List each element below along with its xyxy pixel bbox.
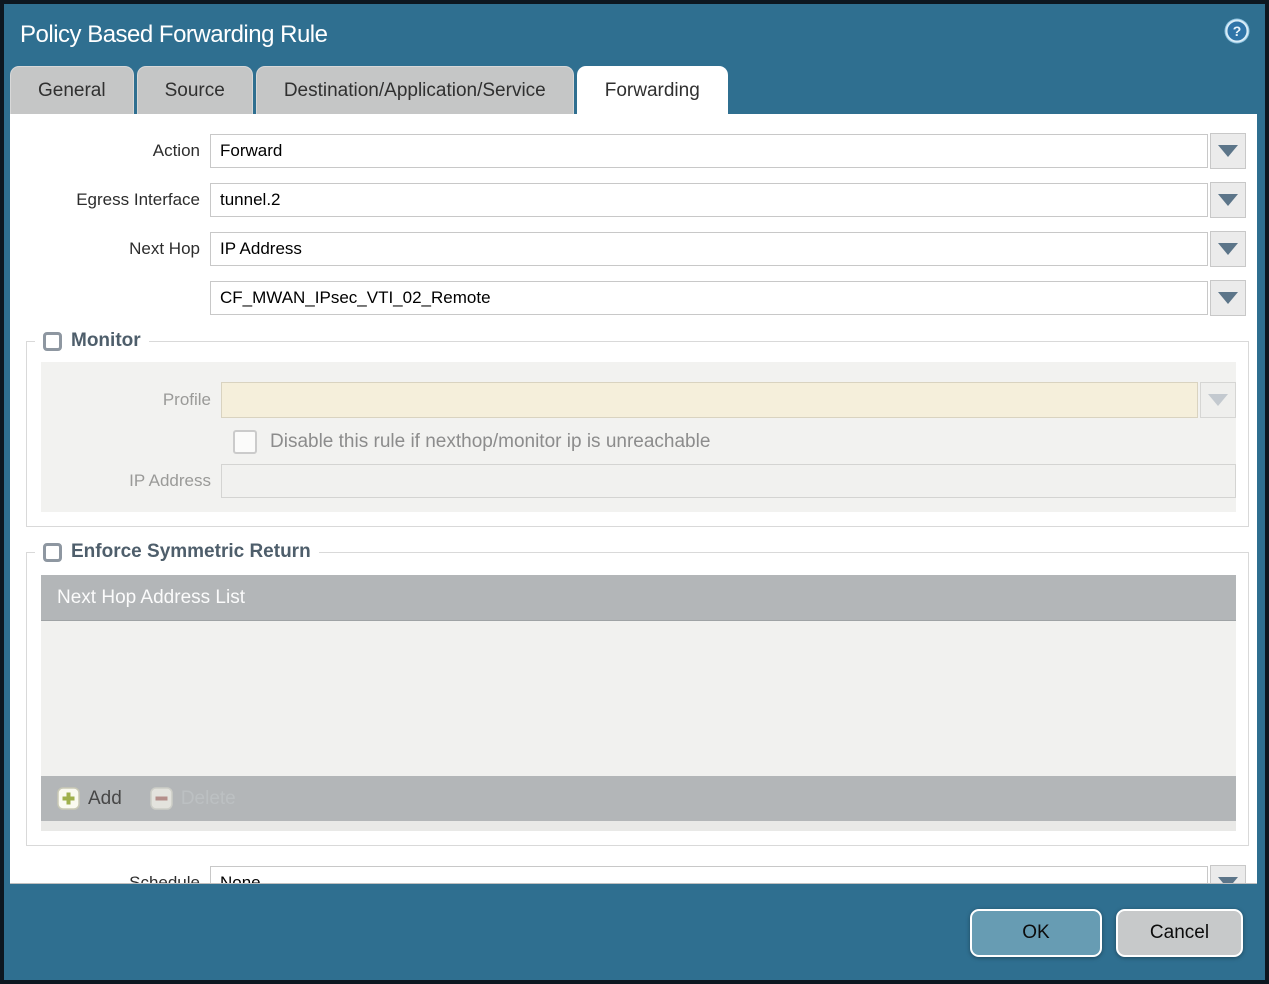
chevron-down-icon (1218, 145, 1238, 157)
tab-bar: General Source Destination/Application/S… (10, 66, 1265, 114)
chevron-down-icon (1208, 394, 1228, 406)
schedule-input[interactable] (210, 866, 1208, 883)
tab-source[interactable]: Source (136, 66, 253, 114)
tab-destination-application-service[interactable]: Destination/Application/Service (255, 66, 574, 114)
profile-dropdown-button (1200, 382, 1236, 418)
monitor-section-title: Monitor (71, 330, 141, 351)
svg-text:?: ? (1233, 23, 1242, 39)
next-hop-dropdown-button[interactable] (1210, 231, 1246, 267)
dialog-titlebar: Policy Based Forwarding Rule ? (4, 4, 1265, 66)
schedule-dropdown-button[interactable] (1210, 865, 1246, 883)
next-hop-address-list-table: Next Hop Address List Add Delete (41, 575, 1236, 831)
monitor-panel: Profile Disable this rule if nexthop/mon… (41, 362, 1236, 512)
tab-forwarding[interactable]: Forwarding (576, 66, 728, 114)
monitor-checkbox[interactable] (43, 331, 62, 351)
delete-button: Delete (150, 787, 236, 810)
disable-rule-checkbox (233, 430, 257, 454)
cancel-button[interactable]: Cancel (1116, 909, 1243, 957)
disable-rule-row: Disable this rule if nexthop/monitor ip … (233, 430, 1236, 454)
profile-row: Profile (41, 382, 1236, 418)
egress-interface-row: Egress Interface (10, 182, 1246, 218)
schedule-row: Schedule (10, 865, 1246, 884)
monitor-ip-address-label: IP Address (129, 471, 211, 490)
next-hop-row: Next Hop (10, 231, 1246, 267)
next-hop-address-list-body[interactable] (41, 621, 1236, 776)
enforce-symmetric-return-title: Enforce Symmetric Return (71, 541, 311, 562)
tab-general[interactable]: General (10, 66, 134, 114)
egress-interface-label: Egress Interface (76, 190, 200, 209)
next-hop-input[interactable] (210, 232, 1208, 266)
monitor-ip-address-input (221, 464, 1236, 498)
profile-input (221, 382, 1198, 418)
chevron-down-icon (1218, 243, 1238, 255)
egress-interface-input[interactable] (210, 183, 1208, 217)
enforce-symmetric-return-checkbox[interactable] (43, 542, 62, 562)
help-icon[interactable]: ? (1223, 17, 1251, 45)
next-hop-address-input[interactable] (210, 281, 1208, 315)
pbf-rule-dialog: Policy Based Forwarding Rule ? General S… (0, 0, 1269, 984)
dialog-title: Policy Based Forwarding Rule (20, 21, 328, 48)
plus-icon (57, 787, 80, 810)
chevron-down-icon (1218, 194, 1238, 206)
schedule-label: Schedule (129, 873, 200, 884)
dialog-footer: OK Cancel (4, 884, 1265, 980)
add-button-label: Add (88, 787, 122, 809)
action-input[interactable] (210, 134, 1208, 168)
delete-button-label: Delete (180, 787, 236, 809)
next-hop-label: Next Hop (129, 239, 200, 258)
ok-button[interactable]: OK (970, 909, 1102, 957)
monitor-section: Monitor Profile Disable this rule if nex… (26, 330, 1249, 527)
profile-label: Profile (162, 390, 211, 409)
chevron-down-icon (1218, 877, 1238, 883)
egress-interface-dropdown-button[interactable] (1210, 182, 1246, 218)
action-dropdown-button[interactable] (1210, 133, 1246, 169)
forwarding-tab-panel: Action Egress Interface Next Hop (10, 114, 1257, 884)
chevron-down-icon (1218, 292, 1238, 304)
table-scrollbar-track (41, 821, 1236, 831)
add-button[interactable]: Add (57, 787, 122, 810)
action-label: Action (152, 141, 200, 160)
next-hop-address-row (10, 280, 1246, 316)
monitor-ip-address-row: IP Address (41, 464, 1236, 498)
minus-icon (150, 787, 173, 810)
next-hop-address-dropdown-button[interactable] (1210, 280, 1246, 316)
next-hop-address-list-toolbar: Add Delete (41, 776, 1236, 821)
action-row: Action (10, 133, 1246, 169)
next-hop-address-list-header: Next Hop Address List (41, 575, 1236, 621)
enforce-symmetric-return-section: Enforce Symmetric Return Next Hop Addres… (26, 541, 1249, 846)
disable-rule-label: Disable this rule if nexthop/monitor ip … (270, 431, 711, 452)
